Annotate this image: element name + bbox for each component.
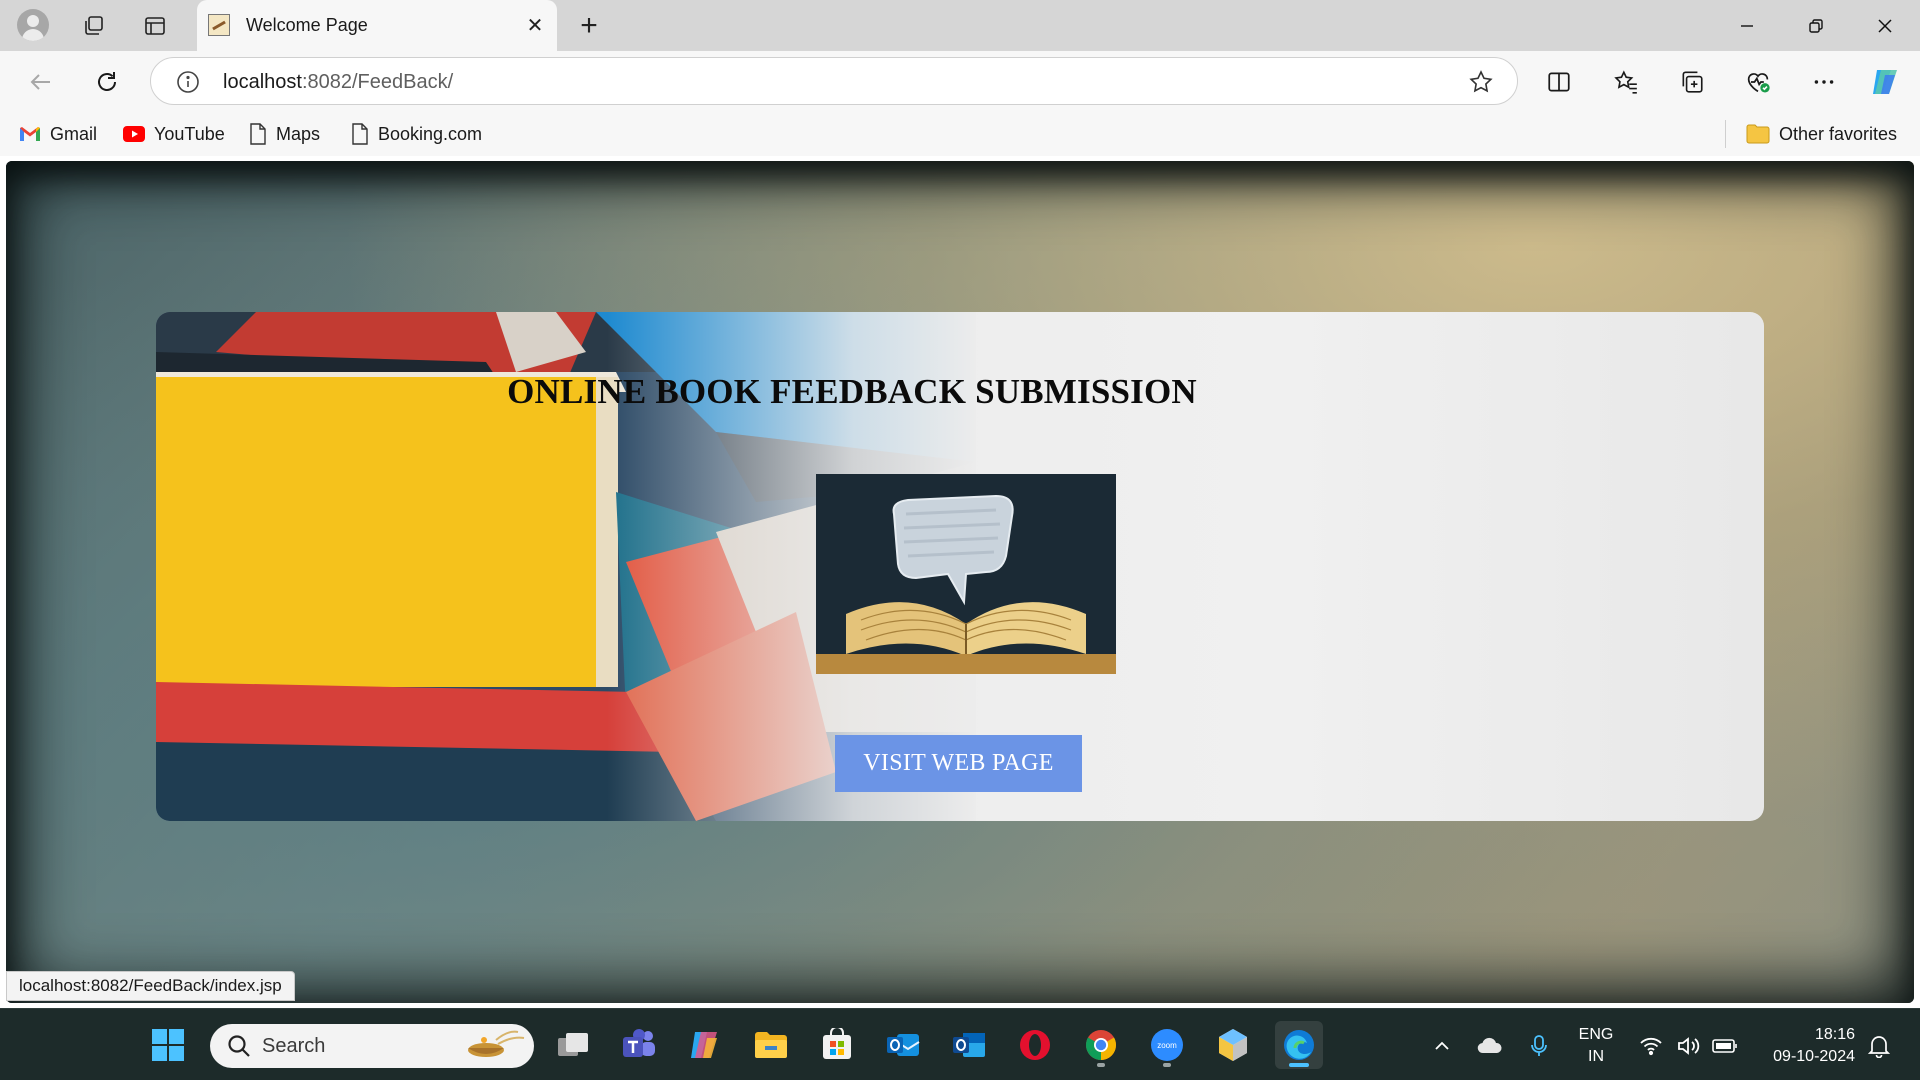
start-icon[interactable] [144,1021,192,1069]
zoom-icon[interactable]: zoom [1143,1021,1191,1069]
bookmark-label: YouTube [154,123,225,144]
address-host: localhost [223,71,302,93]
page-icon [249,123,267,145]
bookmark-label: Maps [276,123,321,144]
bookmark-label: Gmail [50,123,98,144]
minimize-button[interactable] [1717,4,1777,48]
teams-icon[interactable] [615,1021,663,1069]
gmail-icon [19,126,41,142]
site-info-icon[interactable] [175,69,201,95]
visit-web-page-button[interactable]: VISIT WEB PAGE [835,735,1082,792]
browser-toolbar: localhost:8082/FeedBack/ [0,51,1920,112]
clock-date: 09-10-2024 [1773,1048,1855,1065]
favorites-icon[interactable] [1607,63,1645,101]
clock[interactable]: 18:16 09-10-2024 [1755,1024,1855,1068]
tab-favicon-icon [208,14,230,36]
tab-strip: Welcome Page ✕ + [0,0,1920,51]
bookmark-youtube[interactable]: YouTube [123,120,225,148]
page-title: ONLINE BOOK FEEDBACK SUBMISSION [507,372,1197,411]
language-code: ENG [1578,1026,1614,1043]
address-bar[interactable]: localhost:8082/FeedBack/ [150,57,1518,105]
microsoft-store-icon[interactable] [813,1021,861,1069]
bookmark-maps[interactable]: Maps [249,120,320,148]
profile-avatar-icon[interactable] [17,9,49,41]
tab-welcome-page[interactable]: Welcome Page ✕ [197,0,557,51]
bookmarks-bar: Gmail YouTube Maps Booking.com Other fav… [0,112,1920,156]
chrome-icon[interactable] [1077,1021,1125,1069]
close-window-button[interactable] [1855,4,1915,48]
wifi-icon[interactable] [1638,1033,1664,1059]
language-indicator[interactable]: ENG IN [1576,1024,1616,1068]
clock-time: 18:16 [1814,1026,1855,1043]
vertical-tabs-icon[interactable] [137,8,173,44]
split-screen-icon[interactable] [1540,63,1578,101]
battery-icon[interactable] [1712,1033,1738,1059]
edge-icon[interactable] [1275,1021,1323,1069]
svg-text:zoom: zoom [1157,1041,1177,1050]
file-explorer-icon[interactable] [747,1021,795,1069]
microphone-icon[interactable] [1526,1033,1552,1059]
collections-icon[interactable] [1673,63,1711,101]
browser-essentials-icon[interactable] [1739,63,1777,101]
search-icon [226,1033,252,1064]
onedrive-icon[interactable] [1477,1033,1503,1059]
favorite-star-icon[interactable] [1467,68,1495,96]
search-highlight-icon [462,1028,528,1069]
folder-icon [1746,124,1770,144]
feedback-book-image [816,474,1116,674]
volume-icon[interactable] [1675,1033,1701,1059]
bookmark-label: Booking.com [378,123,483,144]
new-tab-button[interactable]: + [571,8,607,44]
page-viewport: ONLINE BOOK FEEDBACK SUBMISSION VISIT WE… [6,161,1914,1003]
copilot-app-icon[interactable] [681,1021,729,1069]
tab-title: Welcome Page [246,15,368,35]
taskbar-search[interactable]: Search [210,1024,534,1068]
copilot-icon[interactable] [1866,63,1904,101]
task-view-icon[interactable] [549,1021,597,1069]
bookmark-gmail[interactable]: Gmail [19,120,97,148]
youtube-icon [123,126,145,142]
address-url[interactable]: localhost:8082/FeedBack/ [223,71,453,94]
search-label: Search [262,1035,326,1057]
back-button[interactable] [22,63,60,101]
welcome-card: ONLINE BOOK FEEDBACK SUBMISSION VISIT WE… [156,312,1764,821]
windows-taskbar: Search zoom ENG IN 18:16 09-10-2024 [0,1008,1920,1080]
page-icon [351,123,369,145]
active-indicator [1289,1063,1309,1067]
region-code: IN [1588,1048,1604,1065]
status-bar-url: localhost:8082/FeedBack/index.jsp [6,971,295,1001]
running-indicator [1163,1063,1171,1067]
opera-icon[interactable] [1011,1021,1059,1069]
more-options-icon[interactable] [1805,63,1843,101]
bookmark-booking[interactable]: Booking.com [351,120,482,148]
speech-bubble-book-icon [816,474,1116,674]
bookmarks-divider [1725,120,1726,148]
close-tab-icon[interactable]: ✕ [523,13,547,37]
outlook-icon[interactable] [945,1021,993,1069]
restore-button[interactable] [1786,4,1846,48]
notification-bell-icon[interactable] [1866,1033,1892,1059]
address-path: :8082/FeedBack/ [301,71,454,93]
show-hidden-icons-icon[interactable] [1429,1033,1455,1059]
running-indicator [1097,1063,1105,1067]
other-favorites-label: Other favorites [1779,123,1898,144]
workspaces-icon[interactable] [76,8,112,44]
app-icon[interactable] [1209,1021,1257,1069]
refresh-button[interactable] [88,63,126,101]
outlook-new-icon[interactable] [879,1021,927,1069]
other-favorites[interactable]: Other favorites [1746,120,1897,148]
